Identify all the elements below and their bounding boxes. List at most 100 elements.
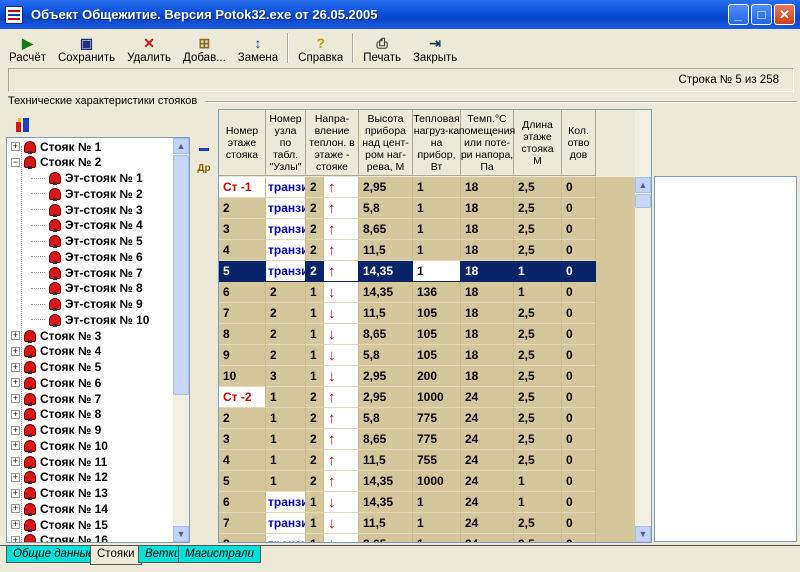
table-row[interactable]: 7транзит1↓11,51242,50 <box>219 513 635 534</box>
length-cell[interactable]: 2,5 <box>514 408 562 429</box>
tree-item[interactable]: Эт-стояк № 9 <box>31 297 143 312</box>
node-cell[interactable]: транзит <box>266 240 306 261</box>
direction-cell[interactable]: 2 <box>306 429 324 450</box>
tree-item[interactable]: + Стояк № 10 <box>11 438 108 453</box>
temperature-cell[interactable]: 18 <box>461 366 514 387</box>
node-cell[interactable]: 2 <box>266 324 306 345</box>
scroll-up-arrow-icon[interactable]: ▲ <box>173 138 189 154</box>
direction-arrow-icon[interactable]: ↑ <box>324 450 359 471</box>
scroll-down-arrow-icon[interactable]: ▼ <box>173 526 189 542</box>
height-cell[interactable]: 8,65 <box>359 534 413 542</box>
floor-number-cell[interactable]: 8 <box>219 324 266 345</box>
floor-number-cell[interactable]: 4 <box>219 450 266 471</box>
length-cell[interactable]: 1 <box>514 282 562 303</box>
expand-icon[interactable]: + <box>11 441 20 451</box>
node-cell[interactable]: транзит <box>266 492 306 513</box>
floor-number-cell[interactable]: 2 <box>219 408 266 429</box>
outlets-cell[interactable]: 0 <box>562 177 596 198</box>
height-cell[interactable]: 5,8 <box>359 345 413 366</box>
length-cell[interactable]: 1 <box>514 471 562 492</box>
outlets-cell[interactable]: 0 <box>562 471 596 492</box>
table-row[interactable]: 5транзит2↑14,3511810 <box>219 261 635 282</box>
length-cell[interactable]: 1 <box>514 492 562 513</box>
tree-item[interactable]: − Стояк № 2 <box>11 155 101 170</box>
length-cell[interactable]: 2,5 <box>514 324 562 345</box>
height-cell[interactable]: 8,65 <box>359 324 413 345</box>
expand-icon[interactable]: + <box>11 142 20 151</box>
direction-arrow-icon[interactable]: ↑ <box>324 387 359 408</box>
scroll-up-arrow-icon[interactable]: ▲ <box>635 177 651 193</box>
expand-icon[interactable]: + <box>11 378 20 388</box>
tree-scrollbar[interactable]: ▲ ▼ <box>173 138 189 542</box>
table-row[interactable]: 2 1 2 ↑ 5,8 775 24 2,5 0 <box>219 408 635 429</box>
temperature-cell[interactable]: 18 <box>461 219 514 240</box>
temperature-cell[interactable]: 18 <box>461 282 514 303</box>
direction-arrow-icon[interactable]: ↑ <box>324 429 359 450</box>
heat-load-cell[interactable]: 755 <box>413 450 461 471</box>
tree-item[interactable]: Эт-стояк № 8 <box>31 281 143 296</box>
tree-root-icon[interactable] <box>14 116 32 137</box>
height-cell[interactable]: 2,95 <box>359 387 413 408</box>
table-row[interactable]: 6 2 1 ↓ 14,35 136 18 1 0 <box>219 282 635 303</box>
floor-number-cell[interactable]: Ст -1 <box>219 177 266 198</box>
tree-item[interactable]: + Стояк № 12 <box>11 470 108 485</box>
direction-cell[interactable]: 2 <box>306 198 324 219</box>
table-row[interactable]: 7 2 1 ↓ 11,5 105 18 2,5 0 <box>219 303 635 324</box>
add-button[interactable]: ⊞ Добав... <box>177 31 232 65</box>
node-cell[interactable]: 3 <box>266 366 306 387</box>
calc-button[interactable]: ▶ Расчёт <box>3 31 52 65</box>
outlets-cell[interactable]: 0 <box>562 198 596 219</box>
expand-icon[interactable]: + <box>11 520 20 529</box>
table-row[interactable]: 8 2 1 ↓ 8,65 105 18 2,5 0 <box>219 324 635 345</box>
heat-load-cell[interactable]: 1 <box>413 198 461 219</box>
direction-cell[interactable]: 2 <box>306 219 324 240</box>
node-cell[interactable]: транзит <box>266 261 306 282</box>
direction-arrow-icon[interactable]: ↑ <box>324 198 359 219</box>
height-cell[interactable]: 14,35 <box>359 282 413 303</box>
temperature-cell[interactable]: 24 <box>461 513 514 534</box>
table-row[interactable]: 8транзит1↓8,651242,50 <box>219 534 635 542</box>
temperature-cell[interactable]: 18 <box>461 198 514 219</box>
tree-item[interactable]: Эт-стояк № 1 <box>31 171 143 186</box>
node-cell[interactable]: 1 <box>266 408 306 429</box>
floor-number-cell[interactable]: 8 <box>219 534 266 542</box>
temperature-cell[interactable]: 18 <box>461 261 514 282</box>
tree-item[interactable]: + Стояк № 13 <box>11 486 108 501</box>
length-cell[interactable]: 2,5 <box>514 513 562 534</box>
heat-load-cell[interactable]: 1 <box>413 177 461 198</box>
temperature-cell[interactable]: 24 <box>461 471 514 492</box>
heat-load-cell[interactable]: 1 <box>413 492 461 513</box>
outlets-cell[interactable]: 0 <box>562 240 596 261</box>
column-header[interactable]: Тепловая нагруз-ка на прибор, Вт <box>413 110 461 176</box>
height-cell[interactable]: 8,65 <box>359 219 413 240</box>
tree-item[interactable]: Эт-стояк № 5 <box>31 234 143 249</box>
expand-icon[interactable]: + <box>11 504 20 514</box>
table-row[interactable]: 2транзит2↑5,81182,50 <box>219 198 635 219</box>
temperature-cell[interactable]: 18 <box>461 324 514 345</box>
direction-cell[interactable]: 1 <box>306 513 324 534</box>
floor-number-cell[interactable]: 9 <box>219 345 266 366</box>
riser-tree[interactable]: + Стояк № 1− Стояк № 2 Эт-стояк № 1 Эт-стояк… <box>6 137 190 543</box>
grid-body[interactable]: Ст -1транзит2↑2,951182,502транзит2↑5,811… <box>219 177 635 542</box>
heat-load-cell[interactable]: 1 <box>413 261 461 282</box>
height-cell[interactable]: 14,35 <box>359 471 413 492</box>
scroll-thumb[interactable] <box>173 155 189 395</box>
length-cell[interactable]: 2,5 <box>514 198 562 219</box>
temperature-cell[interactable]: 24 <box>461 492 514 513</box>
direction-cell[interactable]: 1 <box>306 345 324 366</box>
outlets-cell[interactable]: 0 <box>562 324 596 345</box>
floor-number-cell[interactable]: 4 <box>219 240 266 261</box>
table-row[interactable]: 6транзит1↓14,3512410 <box>219 492 635 513</box>
expand-icon[interactable]: + <box>11 362 20 372</box>
length-cell[interactable]: 2,5 <box>514 450 562 471</box>
node-cell[interactable]: 2 <box>266 303 306 324</box>
heat-load-cell[interactable]: 105 <box>413 303 461 324</box>
minimize-button[interactable]: _ <box>728 4 749 25</box>
column-header[interactable]: Высота прибора над цент-ром наг-рева, М <box>359 110 413 176</box>
tree-item[interactable]: Эт-стояк № 3 <box>31 202 143 217</box>
direction-arrow-icon[interactable]: ↑ <box>324 177 359 198</box>
temperature-cell[interactable]: 24 <box>461 534 514 542</box>
temperature-cell[interactable]: 24 <box>461 387 514 408</box>
floor-number-cell[interactable]: 6 <box>219 492 266 513</box>
outlets-cell[interactable]: 0 <box>562 408 596 429</box>
